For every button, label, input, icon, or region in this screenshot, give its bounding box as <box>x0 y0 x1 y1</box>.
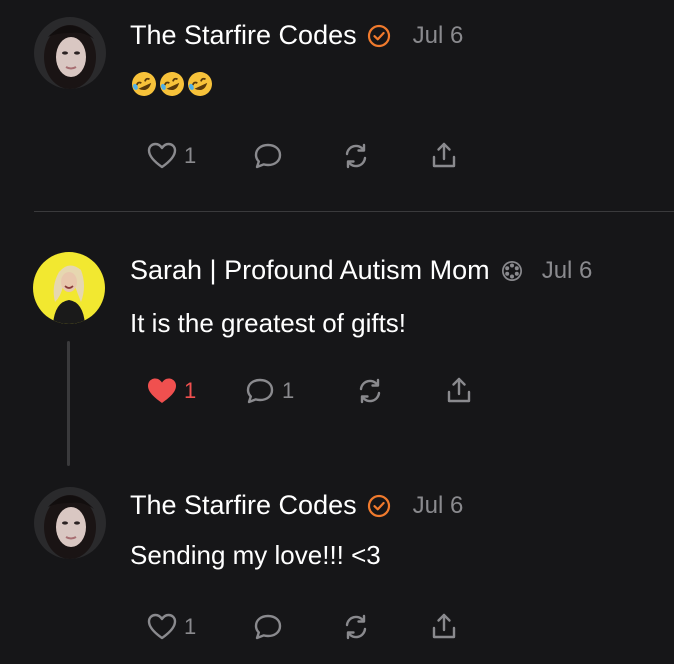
share-icon <box>447 377 471 403</box>
post-date[interactable]: Jul 6 <box>413 22 464 50</box>
post-header: The Starfire Codes Jul 6 <box>130 20 463 51</box>
share-button[interactable] <box>428 609 460 645</box>
comment-button[interactable]: 1 <box>244 373 294 409</box>
divider <box>34 211 674 212</box>
restack-button[interactable] <box>340 609 372 645</box>
post-text: It is the greatest of gifts! <box>130 308 407 338</box>
orange-check-badge-icon <box>367 24 391 48</box>
heart-filled-icon <box>148 378 176 403</box>
post-text: 🤣🤣🤣 <box>130 70 214 105</box>
like-count: 1 <box>184 378 197 403</box>
comment-button[interactable] <box>252 609 284 645</box>
comment-count: 1 <box>282 378 295 403</box>
rofl-emoji-icon <box>160 72 184 96</box>
rofl-emoji-icon <box>132 72 156 96</box>
avatar-image <box>33 252 105 324</box>
comment-bubble-icon <box>254 614 282 640</box>
like-button[interactable]: 1 <box>146 609 196 645</box>
like-button[interactable]: 1 <box>146 138 196 174</box>
restack-icon <box>359 378 381 404</box>
post-header: The Starfire Codes Jul 6 <box>130 490 463 521</box>
avatar-image <box>34 17 106 89</box>
gear-badge-icon <box>500 259 524 283</box>
like-button[interactable]: 1 <box>146 373 196 409</box>
restack-icon <box>345 614 367 640</box>
post-text: Sending my love!!! <3 <box>130 540 381 570</box>
author-name[interactable]: Sarah | Profound Autism Mom <box>130 255 490 286</box>
post-header: Sarah | Profound Autism Mom Jul 6 <box>130 255 592 286</box>
avatar[interactable] <box>33 252 105 324</box>
restack-icon <box>345 143 367 169</box>
restack-button[interactable] <box>340 138 372 174</box>
like-count: 1 <box>184 614 197 639</box>
comment-bubble-icon <box>254 143 282 169</box>
author-name[interactable]: The Starfire Codes <box>130 20 357 51</box>
avatar[interactable] <box>34 487 106 559</box>
share-button[interactable] <box>428 138 460 174</box>
like-count: 1 <box>184 143 197 168</box>
comment-button[interactable] <box>252 138 284 174</box>
restack-button[interactable] <box>354 373 386 409</box>
rofl-emoji-icon <box>188 72 212 96</box>
author-name[interactable]: The Starfire Codes <box>130 490 357 521</box>
share-icon <box>432 142 456 168</box>
comment-bubble-icon <box>246 378 274 404</box>
share-button[interactable] <box>443 373 475 409</box>
avatar[interactable] <box>34 17 106 89</box>
avatar-image <box>34 487 106 559</box>
thread-connector-line <box>67 341 70 466</box>
post-date[interactable]: Jul 6 <box>413 492 464 520</box>
heart-icon <box>147 142 177 169</box>
orange-check-badge-icon <box>367 494 391 518</box>
share-icon <box>432 613 456 639</box>
post-date[interactable]: Jul 6 <box>542 257 593 285</box>
heart-icon <box>147 613 177 640</box>
